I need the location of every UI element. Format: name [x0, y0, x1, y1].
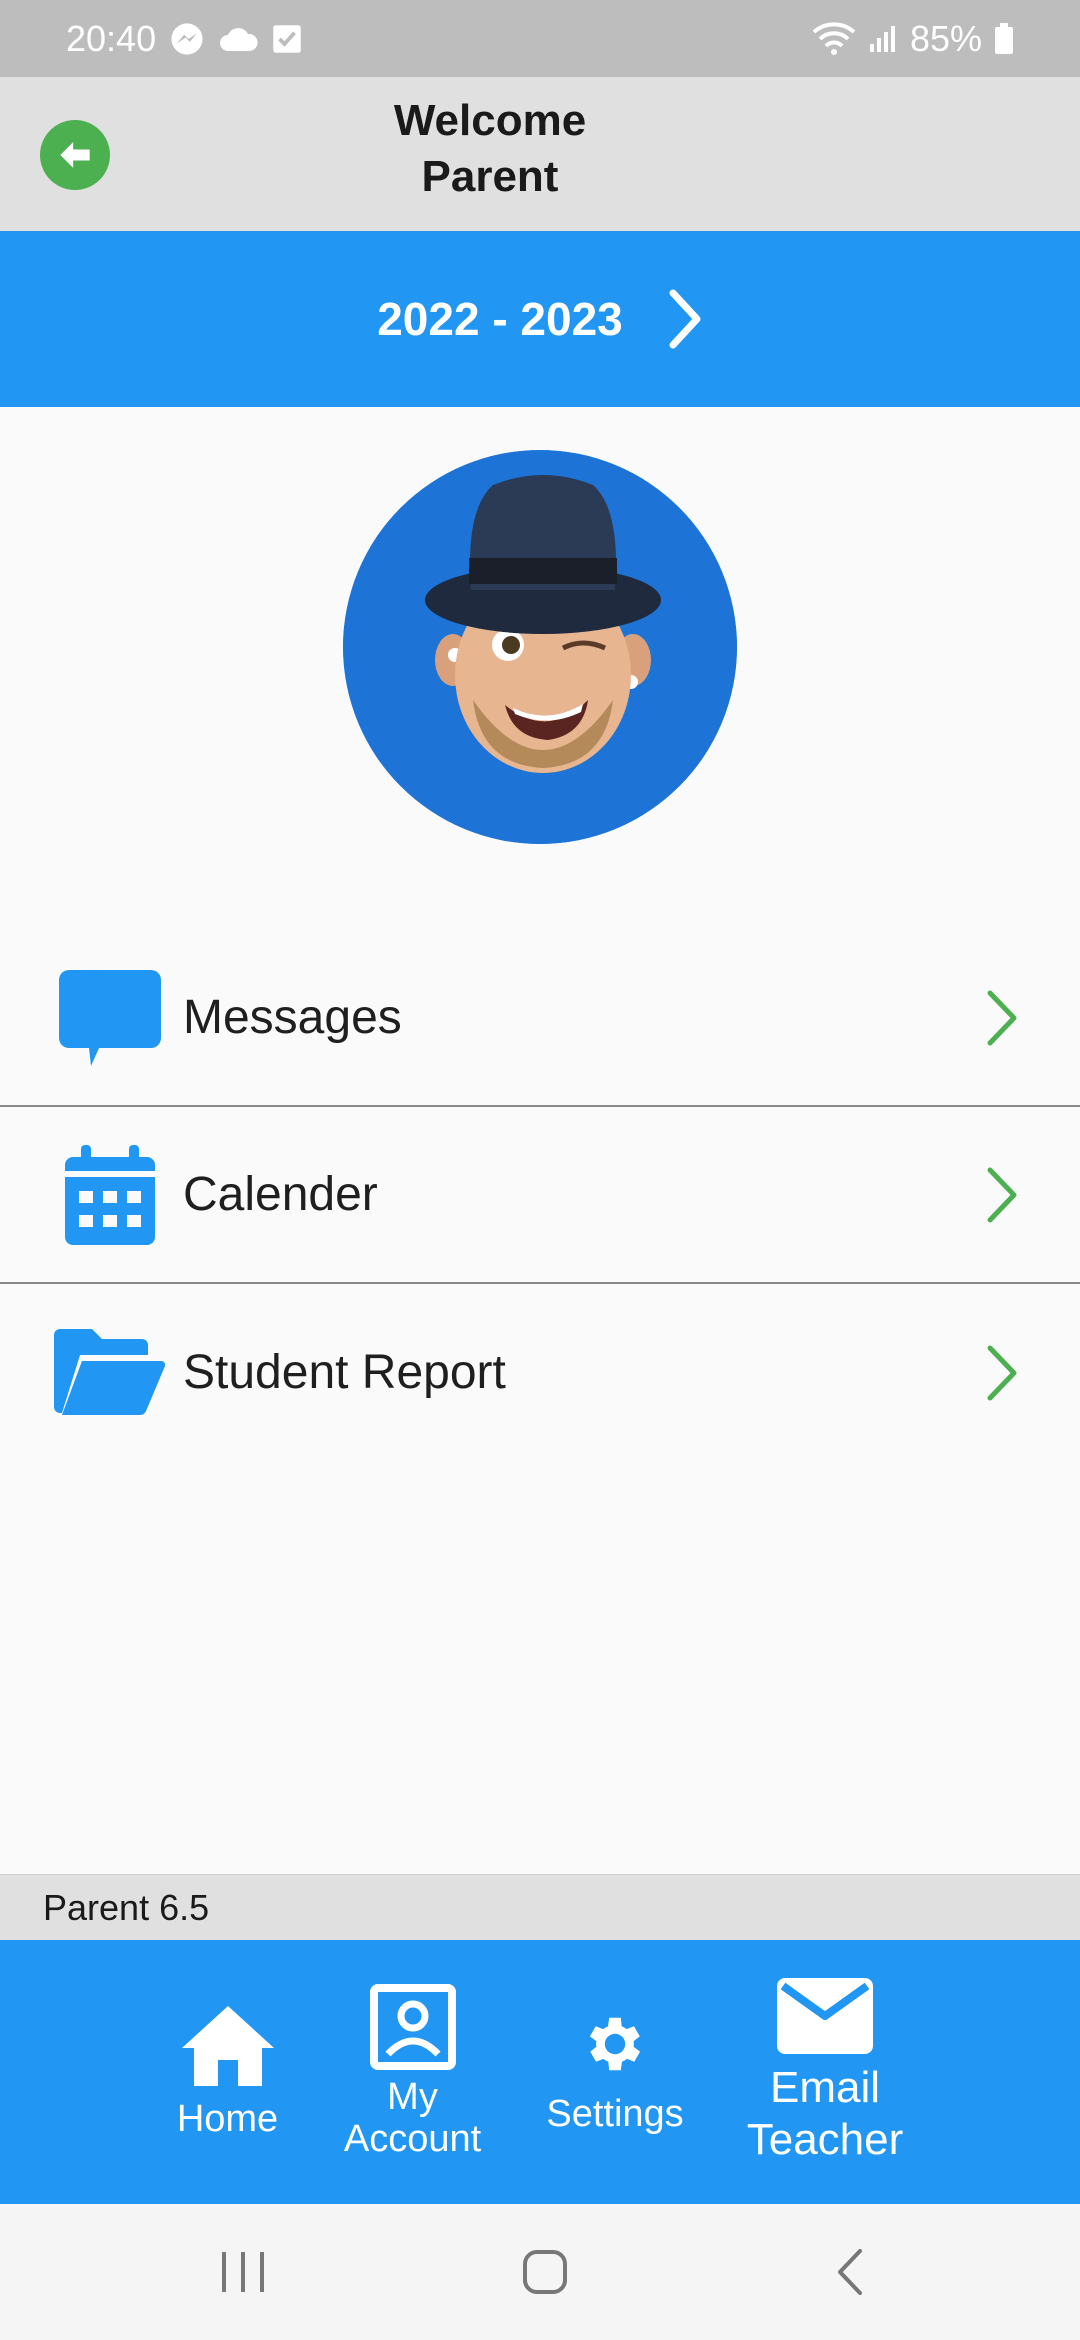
app-header: Welcome Parent	[0, 77, 1080, 231]
messenger-icon	[170, 22, 204, 56]
account-icon	[369, 1984, 456, 2070]
school-year-selector[interactable]: 2022 - 2023	[0, 231, 1080, 407]
nav-home-label: Home	[176, 2098, 279, 2140]
main-menu: Messages Calender Student Report	[0, 930, 1080, 1461]
status-bar: 20:40 85%	[0, 0, 1080, 77]
back-button[interactable]	[40, 120, 110, 190]
nav-my-account-label-line2: Account	[343, 2118, 482, 2160]
mail-icon	[777, 1978, 873, 2054]
chevron-right-icon	[984, 1343, 1024, 1403]
back-arrow-icon	[60, 142, 90, 168]
gear-icon	[589, 2017, 641, 2071]
nav-my-account-label-line1: My	[387, 2076, 438, 2118]
menu-item-label: Student Report	[183, 1346, 506, 1399]
nav-email-teacher[interactable]: Email Teacher	[735, 1940, 915, 2204]
menu-item-label: Calender	[183, 1168, 378, 1221]
recent-apps-button[interactable]	[213, 2244, 273, 2300]
back-chevron-icon	[838, 2249, 862, 2295]
checkbox-icon	[272, 24, 302, 54]
app-version: Parent 6.5	[0, 1874, 1080, 1940]
calendar-icon	[54, 1139, 166, 1251]
avatar[interactable]	[343, 450, 737, 844]
menu-item-label: Messages	[183, 991, 402, 1044]
school-year-label: 2022 - 2023	[377, 293, 623, 345]
menu-item-messages[interactable]: Messages	[0, 930, 1080, 1107]
home-system-button[interactable]	[515, 2244, 575, 2300]
folder-open-icon	[54, 1317, 166, 1429]
menu-item-student-report[interactable]: Student Report	[0, 1284, 1080, 1461]
chevron-right-icon	[984, 988, 1024, 1048]
page-title-line1: Welcome	[393, 96, 587, 145]
cloud-icon	[218, 25, 258, 53]
page-title: Welcome Parent	[340, 93, 640, 205]
wifi-icon	[812, 21, 856, 56]
nav-settings[interactable]: Settings	[535, 1940, 695, 2204]
nav-email-teacher-label-line2: Teacher	[746, 2115, 904, 2164]
battery-percent: 85%	[909, 17, 982, 59]
recent-apps-icon	[222, 2252, 264, 2292]
bottom-navigation: Home My Account Settings Email Teacher	[0, 1940, 1080, 2204]
battery-icon	[994, 22, 1014, 55]
status-time: 20:40	[66, 17, 157, 59]
system-navigation-bar	[0, 2204, 1080, 2340]
chevron-right-icon	[984, 1165, 1024, 1225]
page-title-line2: Parent	[421, 152, 559, 201]
nav-home[interactable]: Home	[160, 1940, 295, 2204]
back-system-button[interactable]	[820, 2244, 880, 2300]
menu-item-calendar[interactable]: Calender	[0, 1107, 1080, 1284]
chat-bubble-icon	[54, 962, 166, 1074]
nav-my-account[interactable]: My Account	[335, 1940, 490, 2204]
home-circle-icon	[523, 2250, 567, 2294]
nav-settings-label: Settings	[546, 2093, 684, 2135]
home-icon	[181, 2006, 274, 2086]
nav-email-teacher-label-line1: Email	[769, 2063, 881, 2112]
memoji-avatar-image	[343, 450, 737, 844]
chevron-right-icon	[669, 289, 701, 349]
signal-icon	[868, 24, 898, 54]
